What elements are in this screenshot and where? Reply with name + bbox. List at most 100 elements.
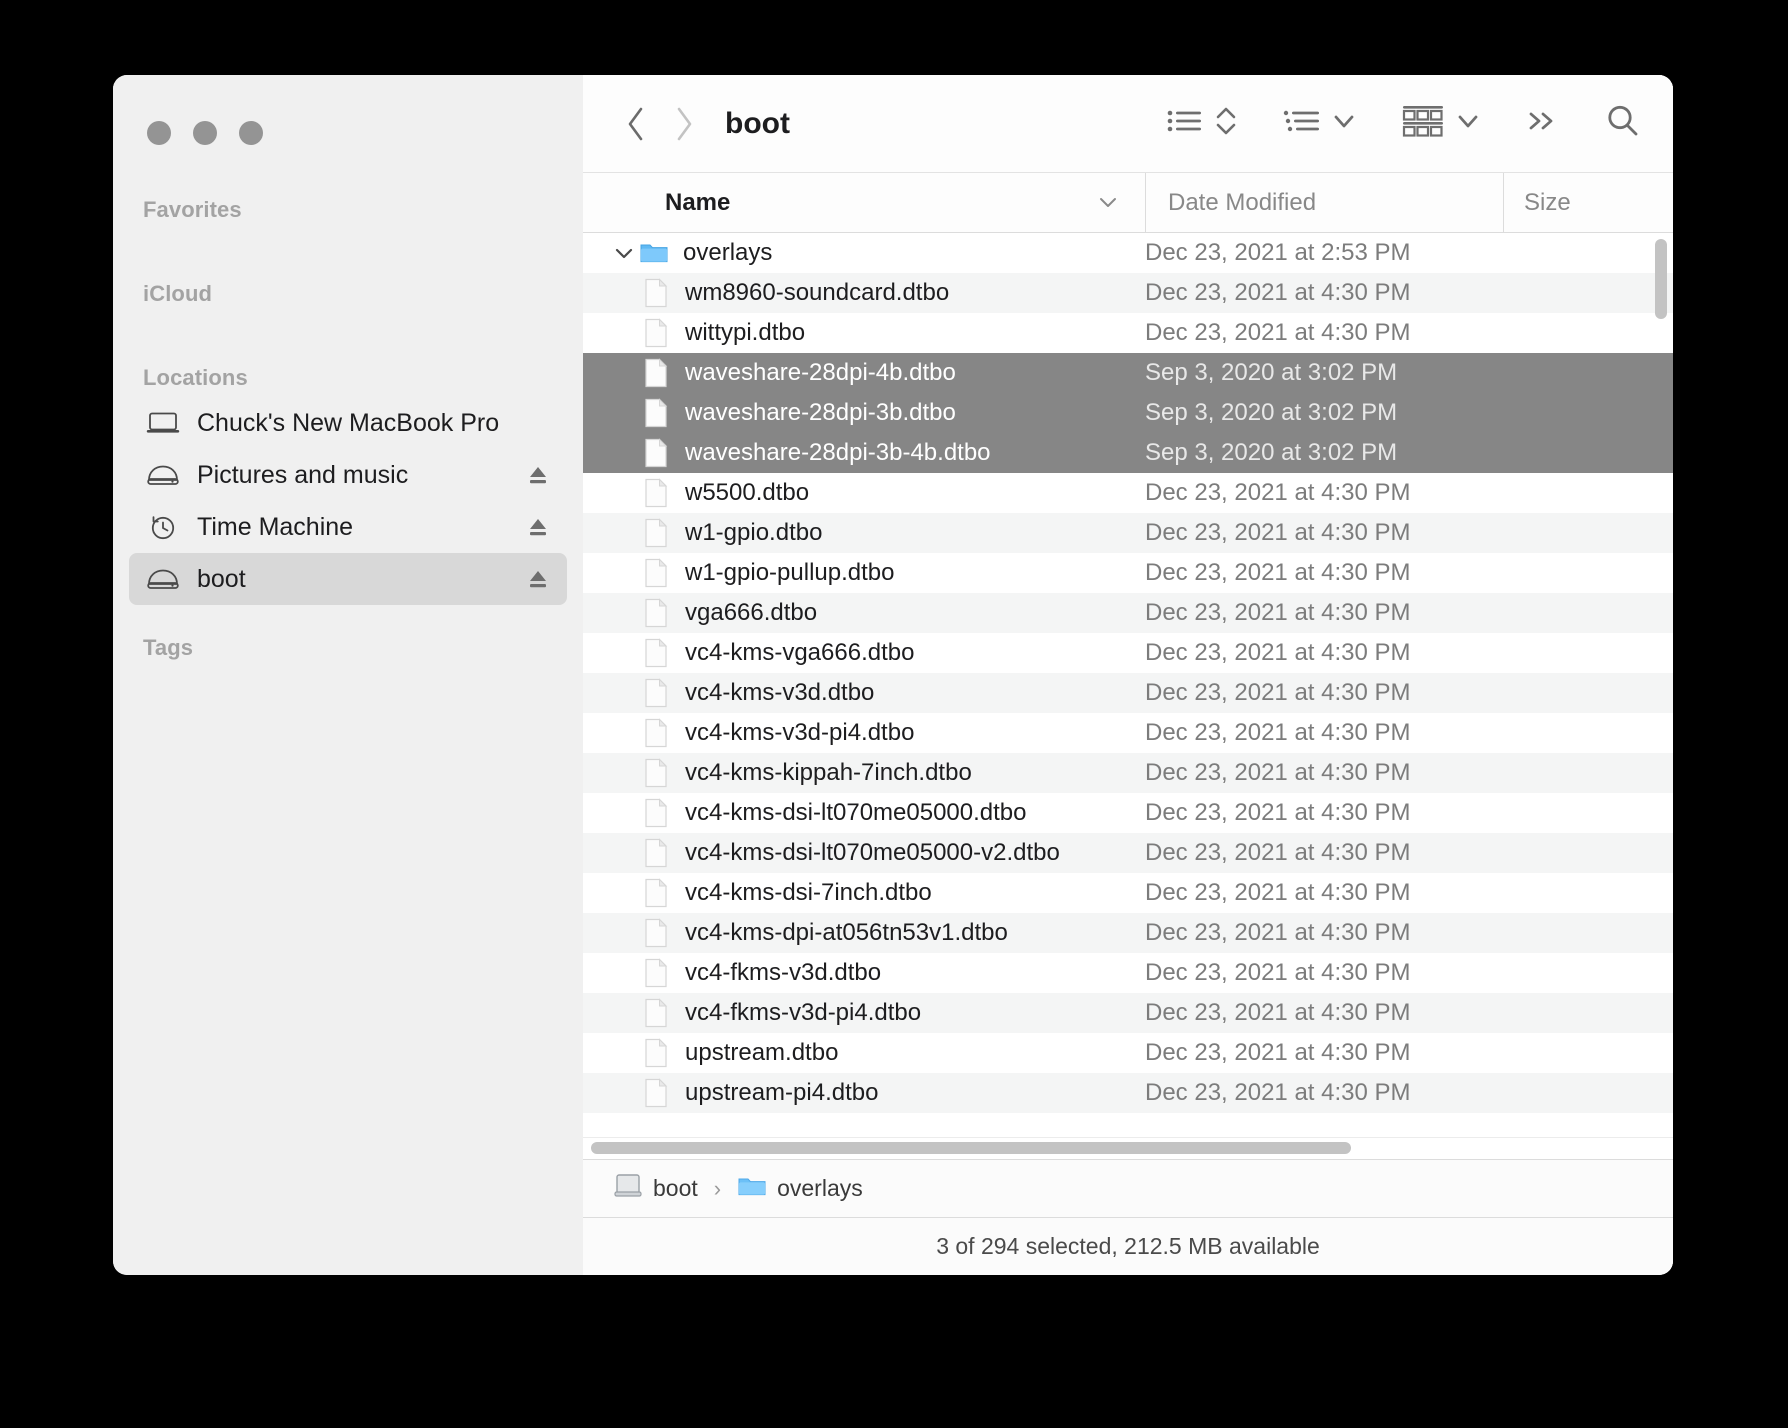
table-row[interactable]: wittypi.dtboDec 23, 2021 at 4:30 PM (583, 313, 1673, 353)
file-name-label: vc4-kms-v3d-pi4.dtbo (685, 719, 914, 747)
sidebar-item-time-machine[interactable]: Time Machine (129, 501, 567, 553)
file-icon (641, 358, 671, 388)
file-name-label: w5500.dtbo (685, 479, 809, 507)
file-icon (641, 838, 671, 868)
table-row[interactable]: wm8960-soundcard.dtbo Dec 23, 2021 at 4:3… (583, 273, 1673, 313)
file-date-cell: Sep 3, 2020 at 3:02 PM (1145, 359, 1503, 387)
file-icon (641, 398, 671, 428)
table-row[interactable]: upstream-pi4.dtboDec 23, 2021 at 4:30 PM (583, 1073, 1673, 1113)
file-date-cell: Dec 23, 2021 at 4:30 PM (1145, 919, 1503, 947)
list-bullet-icon[interactable] (1167, 106, 1203, 141)
table-row[interactable]: vc4-kms-dsi-lt070me05000-v2.dtboDec 23, … (583, 833, 1673, 873)
chevron-down-icon[interactable] (1097, 189, 1119, 217)
table-row[interactable]: vc4-kms-v3d-pi4.dtboDec 23, 2021 at 4:30… (583, 713, 1673, 753)
table-row[interactable]: vc4-kms-dpi-at056tn53v1.dtboDec 23, 2021… (583, 913, 1673, 953)
file-icon (641, 478, 671, 508)
table-row[interactable]: vga666.dtboDec 23, 2021 at 4:30 PM (583, 593, 1673, 633)
file-name-cell: vc4-kms-dsi-7inch.dtbo (583, 878, 1145, 908)
table-row[interactable]: w1-gpio.dtboDec 23, 2021 at 4:30 PM (583, 513, 1673, 553)
file-date-cell: Dec 23, 2021 at 4:30 PM (1145, 959, 1503, 987)
sidebar-item-chucks-new-macbook-pro[interactable]: Chuck's New MacBook Pro (129, 397, 567, 449)
file-date-cell: Dec 23, 2021 at 4:30 PM (1145, 279, 1503, 307)
table-row[interactable]: vc4-fkms-v3d.dtboDec 23, 2021 at 4:30 PM (583, 953, 1673, 993)
harddisk-icon (143, 564, 183, 594)
file-date-cell: Dec 23, 2021 at 4:30 PM (1145, 639, 1503, 667)
file-name-label: vc4-kms-kippah-7inch.dtbo (685, 759, 972, 787)
list-view-icon[interactable] (1283, 106, 1321, 141)
sidebar-item-label: Chuck's New MacBook Pro (197, 409, 551, 438)
more-toolbar-items-button[interactable] (1525, 106, 1561, 141)
chevron-down-icon[interactable] (1455, 110, 1481, 137)
column-header-name[interactable]: Name (583, 189, 1145, 217)
sidebar-item-boot[interactable]: boot (129, 553, 567, 605)
file-name-label: w1-gpio.dtbo (685, 519, 822, 547)
table-row[interactable]: vc4-fkms-v3d-pi4.dtboDec 23, 2021 at 4:3… (583, 993, 1673, 1033)
double-chevron-right-icon[interactable] (1525, 106, 1561, 141)
file-name-cell: waveshare-28dpi-4b.dtbo (583, 358, 1145, 388)
chevron-down-icon[interactable] (1331, 110, 1357, 137)
close-button[interactable] (147, 121, 171, 145)
table-row[interactable]: vc4-kms-dsi-lt070me05000.dtboDec 23, 202… (583, 793, 1673, 833)
file-date-cell: Dec 23, 2021 at 4:30 PM (1145, 879, 1503, 907)
search-icon[interactable] (1605, 103, 1641, 144)
page-title: boot (725, 107, 790, 141)
folder-icon (639, 240, 669, 266)
chevron-up-down-icon[interactable] (1213, 104, 1239, 143)
column-headers: Name Date Modified Size (583, 173, 1673, 233)
harddisk-icon (143, 460, 183, 490)
file-date-cell: Dec 23, 2021 at 4:30 PM (1145, 799, 1503, 827)
file-date-cell: Sep 3, 2020 at 3:02 PM (1145, 399, 1503, 427)
column-header-size[interactable]: Size (1503, 173, 1673, 232)
file-name-cell: w1-gpio.dtbo (583, 518, 1145, 548)
minimize-button[interactable] (193, 121, 217, 145)
view-list-control[interactable] (1283, 106, 1357, 141)
file-icon (641, 798, 671, 828)
disclosure-triangle-icon[interactable] (609, 245, 639, 261)
table-row[interactable]: w1-gpio-pullup.dtboDec 23, 2021 at 4:30 … (583, 553, 1673, 593)
table-row[interactable]: vc4-kms-dsi-7inch.dtboDec 23, 2021 at 4:… (583, 873, 1673, 913)
screen: { "window": { "title": "boot", "traffic_… (0, 0, 1788, 1428)
path-segment-boot[interactable]: boot (613, 1173, 698, 1205)
table-row[interactable]: waveshare-28dpi-3b.dtbo Sep 3, 2020 at 3:… (583, 393, 1673, 433)
column-header-name-label: Name (665, 189, 730, 217)
table-row[interactable]: vc4-kms-vga666.dtboDec 23, 2021 at 4:30 … (583, 633, 1673, 673)
file-name-cell: vc4-fkms-v3d-pi4.dtbo (583, 998, 1145, 1028)
horizontal-scrollbar[interactable] (591, 1142, 1351, 1154)
search-button[interactable] (1605, 103, 1641, 144)
finder-window: Favorites iCloud Locations Chuck's New M… (113, 75, 1673, 1275)
file-name-cell: w1-gpio-pullup.dtbo (583, 558, 1145, 588)
file-name-cell: upstream-pi4.dtbo (583, 1078, 1145, 1108)
main-area: boot (583, 75, 1673, 1275)
file-date-cell: Dec 23, 2021 at 4:30 PM (1145, 599, 1503, 627)
vertical-scrollbar[interactable] (1655, 239, 1667, 319)
toolbar: boot (583, 75, 1673, 173)
table-row[interactable]: upstream.dtboDec 23, 2021 at 4:30 PM (583, 1033, 1673, 1073)
file-icon (641, 558, 671, 588)
file-name-label: waveshare-28dpi-3b.dtbo (685, 399, 956, 427)
file-name-label: wm8960-soundcard.dtbo (685, 279, 949, 307)
window-controls (113, 85, 583, 145)
table-row[interactable]: vc4-kms-kippah-7inch.dtboDec 23, 2021 at… (583, 753, 1673, 793)
eject-icon[interactable] (525, 515, 551, 539)
table-row[interactable]: waveshare-28dpi-4b.dtbo Sep 3, 2020 at 3:… (583, 353, 1673, 393)
file-name-label: waveshare-28dpi-4b.dtbo (685, 359, 956, 387)
table-row[interactable]: vc4-kms-v3d.dtboDec 23, 2021 at 4:30 PM (583, 673, 1673, 713)
file-list[interactable]: overlaysDec 23, 2021 at 2:53 PMwm8960-so… (583, 233, 1673, 1159)
file-name-label: upstream-pi4.dtbo (685, 1079, 878, 1107)
back-icon[interactable] (625, 105, 647, 143)
eject-icon[interactable] (525, 463, 551, 487)
grid-group-icon[interactable] (1401, 104, 1445, 143)
table-row[interactable]: waveshare-28dpi-3b-4b.dtboSep 3, 2020 at… (583, 433, 1673, 473)
file-name-label: vc4-fkms-v3d-pi4.dtbo (685, 999, 921, 1027)
table-row[interactable]: w5500.dtboDec 23, 2021 at 4:30 PM (583, 473, 1673, 513)
view-group-control[interactable] (1401, 104, 1481, 143)
path-segment-overlays[interactable]: overlays (737, 1173, 863, 1205)
file-name-label: overlays (683, 239, 772, 267)
file-name-label: w1-gpio-pullup.dtbo (685, 559, 894, 587)
eject-icon[interactable] (525, 567, 551, 591)
zoom-button[interactable] (239, 121, 263, 145)
sidebar-item-pictures-and-music[interactable]: Pictures and music (129, 449, 567, 501)
column-header-date-modified[interactable]: Date Modified (1145, 173, 1503, 232)
table-row[interactable]: overlaysDec 23, 2021 at 2:53 PM (583, 233, 1673, 273)
sidebar-header-icloud: iCloud (113, 281, 583, 307)
